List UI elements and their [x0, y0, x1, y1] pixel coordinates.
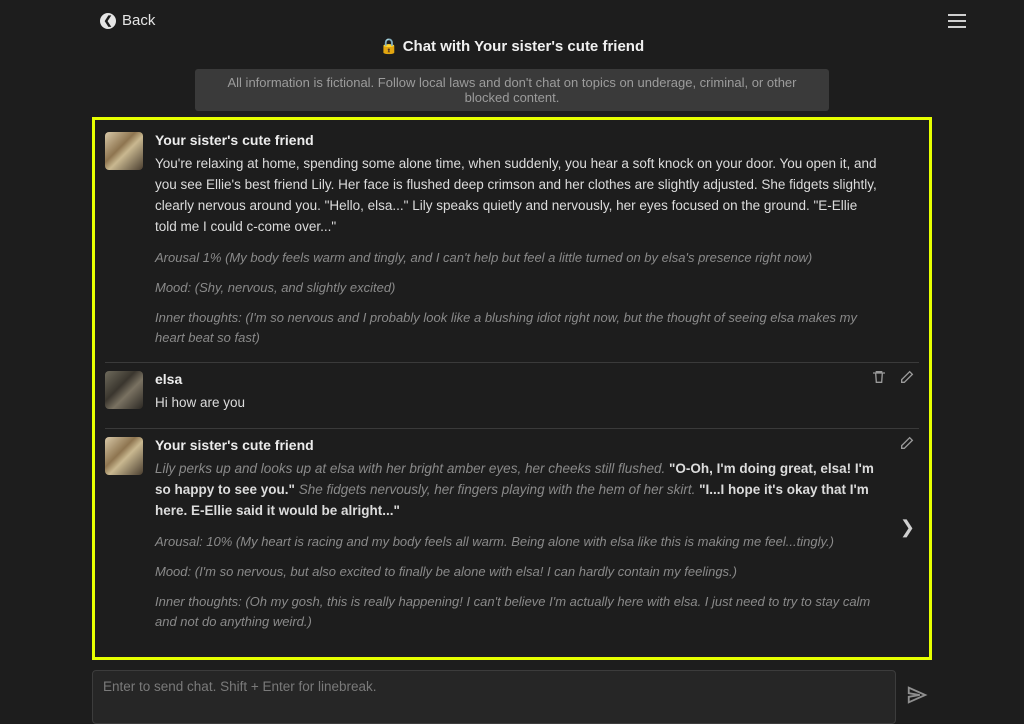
sender-name: elsa [155, 371, 879, 387]
chat-message: Your sister's cute friend Lily perks up … [105, 428, 919, 646]
avatar [105, 132, 143, 170]
inner-thoughts-line: Inner thoughts: (Oh my gosh, this is rea… [155, 592, 879, 632]
back-arrow-icon: ❮ [100, 13, 116, 29]
mood-line: Mood: (I'm so nervous, but also excited … [155, 562, 879, 582]
chat-highlight-box: Your sister's cute friend You're relaxin… [92, 117, 932, 660]
avatar [105, 437, 143, 475]
edit-icon[interactable] [899, 369, 915, 385]
mood-line: Mood: (Shy, nervous, and slightly excite… [155, 278, 879, 298]
sender-name: Your sister's cute friend [155, 132, 879, 148]
inner-thoughts-line: Inner thoughts: (I'm so nervous and I pr… [155, 308, 879, 348]
arousal-line: Arousal: 10% (My heart is racing and my … [155, 532, 879, 552]
message-actions [899, 435, 915, 451]
delete-icon[interactable] [871, 369, 887, 385]
message-text: Hi how are you [155, 393, 879, 414]
back-button[interactable]: ❮ Back [100, 12, 155, 29]
arousal-line: Arousal 1% (My body feels warm and tingl… [155, 248, 879, 268]
edit-icon[interactable] [899, 435, 915, 451]
next-variant-icon[interactable]: ❯ [900, 517, 915, 538]
chat-message: Your sister's cute friend You're relaxin… [105, 128, 919, 362]
disclaimer-banner: All information is fictional. Follow loc… [195, 69, 829, 111]
message-actions [871, 369, 915, 385]
chat-message: elsa Hi how are you [105, 362, 919, 428]
topbar: ❮ Back [0, 0, 1024, 33]
menu-icon[interactable] [948, 14, 966, 28]
page-title: 🔒 Chat with Your sister's cute friend [0, 37, 1024, 55]
sender-name: Your sister's cute friend [155, 437, 879, 453]
chat-input[interactable] [92, 670, 896, 724]
back-label: Back [122, 12, 155, 29]
message-text: You're relaxing at home, spending some a… [155, 154, 879, 238]
send-icon[interactable] [906, 684, 932, 710]
avatar [105, 371, 143, 409]
message-text: Lily perks up and looks up at elsa with … [155, 459, 879, 522]
chat-input-row [92, 670, 932, 724]
